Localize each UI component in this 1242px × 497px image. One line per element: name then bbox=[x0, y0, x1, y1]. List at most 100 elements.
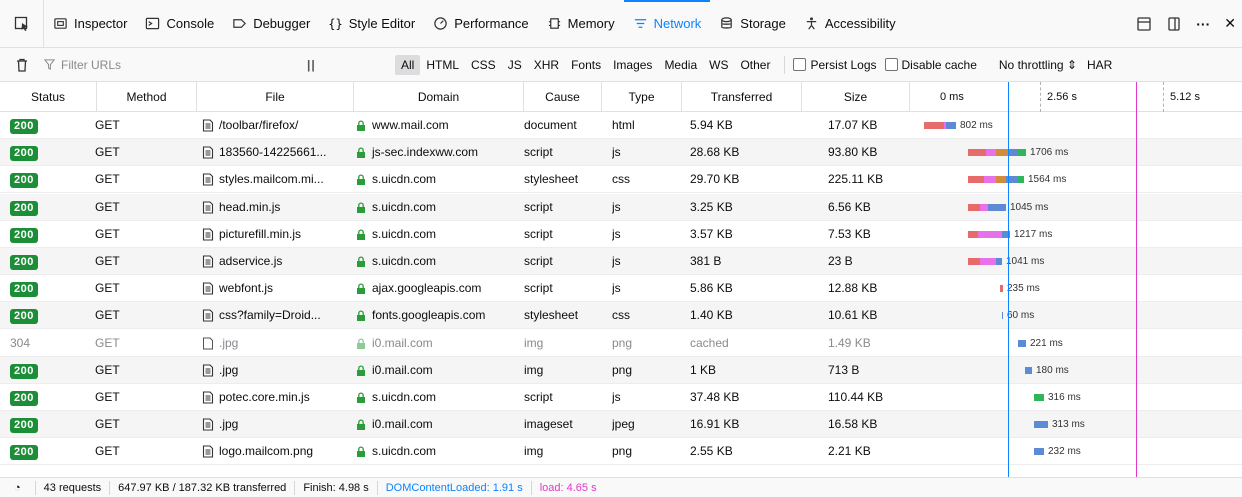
status-badge: 200 bbox=[10, 391, 38, 406]
table-row[interactable]: 200 GET head.min.js s.uicdn.com script j… bbox=[0, 193, 1242, 221]
cause-cell: img bbox=[524, 335, 544, 350]
status-badge: 200 bbox=[10, 445, 38, 461]
filter-urls-input[interactable]: Filter URLs bbox=[44, 58, 259, 72]
tab-accessibility[interactable]: Accessibility bbox=[795, 0, 905, 47]
lock-icon bbox=[357, 229, 365, 240]
file-name: webfont.js bbox=[219, 281, 274, 296]
transferred-cell: 16.91 KB bbox=[690, 417, 740, 432]
persist-logs-checkbox[interactable]: Persist Logs bbox=[793, 58, 877, 72]
storage-icon bbox=[721, 17, 733, 29]
type-filter-xhr[interactable]: XHR bbox=[528, 55, 565, 75]
table-row[interactable]: 200 GET webfont.js ajax.googleapis.com s… bbox=[0, 275, 1242, 303]
lock-icon bbox=[357, 256, 365, 267]
transferred-cell: 3.25 KB bbox=[690, 199, 733, 214]
timing-segment bbox=[996, 149, 1008, 157]
transferred-cell: 381 B bbox=[690, 254, 722, 268]
overflow-menu-icon[interactable]: ··· bbox=[1196, 16, 1210, 32]
responsive-design-icon[interactable] bbox=[1136, 16, 1152, 32]
element-picker-button[interactable] bbox=[0, 0, 44, 47]
file-name: /toolbar/firefox/ bbox=[219, 118, 299, 132]
close-icon[interactable]: ✕ bbox=[1224, 15, 1236, 32]
table-row[interactable]: 200 GET /toolbar/firefox/ www.mail.com d… bbox=[0, 112, 1242, 139]
file-icon bbox=[202, 146, 214, 159]
type-filter-ws[interactable]: WS bbox=[703, 55, 734, 75]
performance-analysis-icon[interactable]: ◔ bbox=[0, 480, 36, 495]
column-cause[interactable]: Cause bbox=[524, 82, 602, 112]
column-method[interactable]: Method bbox=[97, 82, 197, 112]
table-row[interactable]: 304 GET .jpg i0.mail.com img png cached … bbox=[0, 330, 1242, 357]
timing-segment bbox=[994, 230, 1002, 238]
domain-name: s.uicdn.com bbox=[372, 199, 437, 214]
cause-cell: stylesheet bbox=[524, 172, 579, 187]
har-menu-button[interactable]: HAR bbox=[1087, 58, 1112, 72]
column-size[interactable]: Size bbox=[802, 82, 910, 112]
timing-segment bbox=[978, 230, 994, 238]
pause-button[interactable]: || bbox=[307, 58, 335, 72]
type-cell: css bbox=[612, 308, 630, 323]
load-marker bbox=[1136, 82, 1137, 477]
tab-label: Storage bbox=[740, 16, 786, 31]
lock-icon bbox=[357, 446, 365, 458]
type-filter-all[interactable]: All bbox=[395, 54, 421, 75]
table-row[interactable]: 200 GET css?family=Droid... fonts.google… bbox=[0, 302, 1242, 330]
domain-cell: i0.mail.com bbox=[356, 357, 526, 384]
type-cell: jpeg bbox=[612, 417, 635, 432]
tab-style-editor[interactable]: {} Style Editor bbox=[319, 0, 424, 47]
domain-cell: s.uicdn.com bbox=[356, 194, 526, 221]
column-waterfall[interactable]: 0 ms 2.56 s 5.12 s bbox=[910, 82, 1242, 112]
type-filter-css[interactable]: CSS bbox=[465, 55, 502, 75]
status-cell: 200 bbox=[10, 112, 70, 139]
tab-label: Performance bbox=[454, 16, 529, 31]
domain-cell: ajax.googleapis.com bbox=[356, 275, 526, 302]
column-domain[interactable]: Domain bbox=[354, 82, 524, 112]
domain-cell: s.uicdn.com bbox=[356, 248, 526, 275]
column-type[interactable]: Type bbox=[602, 82, 682, 112]
tab-debugger[interactable]: Debugger bbox=[223, 0, 319, 47]
file-cell: logo.mailcom.png bbox=[202, 438, 357, 465]
type-filter-fonts[interactable]: Fonts bbox=[565, 55, 607, 75]
tab-memory[interactable]: Memory bbox=[538, 0, 624, 47]
table-row[interactable]: 200 GET styles.mailcom.mi... s.uicdn.com… bbox=[0, 166, 1242, 194]
tab-label: Debugger bbox=[253, 16, 311, 31]
table-row[interactable]: 200 GET logo.mailcom.png s.uicdn.com img… bbox=[0, 438, 1242, 466]
tab-console[interactable]: Console bbox=[136, 0, 223, 47]
column-status[interactable]: Status bbox=[0, 82, 97, 112]
file-icon bbox=[202, 391, 214, 404]
type-filter-other[interactable]: Other bbox=[734, 55, 776, 75]
throttling-select[interactable]: No throttling ⇕ bbox=[999, 58, 1077, 72]
tab-label: Memory bbox=[567, 16, 615, 31]
column-file[interactable]: File bbox=[197, 82, 354, 112]
domain-cell: i0.mail.com bbox=[356, 411, 526, 438]
table-row[interactable]: 200 GET .jpg i0.mail.com img png 1 KB 71… bbox=[0, 356, 1242, 384]
transferred-cell: 5.94 KB bbox=[690, 118, 733, 132]
domain-name: www.mail.com bbox=[372, 118, 449, 132]
size-cell: 16.58 KB bbox=[828, 417, 878, 432]
tab-performance[interactable]: Performance bbox=[424, 0, 537, 47]
type-filter-images[interactable]: Images bbox=[607, 55, 658, 75]
type-filter-media[interactable]: Media bbox=[658, 55, 703, 75]
dock-side-icon[interactable] bbox=[1166, 16, 1182, 32]
domain-cell: s.uicdn.com bbox=[356, 166, 526, 193]
tab-inspector[interactable]: Inspector bbox=[44, 0, 136, 47]
type-filter-html[interactable]: HTML bbox=[420, 55, 465, 75]
timing-segment bbox=[1018, 149, 1026, 157]
file-icon bbox=[202, 309, 214, 322]
table-row[interactable]: 200 GET adservice.js s.uicdn.com script … bbox=[0, 248, 1242, 275]
table-row[interactable]: 200 GET potec.core.min.js s.uicdn.com sc… bbox=[0, 384, 1242, 411]
status-code: 304 bbox=[10, 335, 31, 350]
domain-cell: i0.mail.com bbox=[356, 330, 526, 357]
timeline-tick-0: 0 ms bbox=[940, 91, 964, 103]
status-badge: 200 bbox=[10, 227, 38, 243]
tab-storage[interactable]: Storage bbox=[710, 0, 795, 47]
table-row[interactable]: 200 GET picturefill.min.js s.uicdn.com s… bbox=[0, 221, 1242, 248]
tab-network[interactable]: Network bbox=[623, 0, 711, 47]
column-transferred[interactable]: Transferred bbox=[682, 82, 802, 112]
table-row[interactable]: 200 GET .jpg i0.mail.com imageset jpeg 1… bbox=[0, 411, 1242, 439]
lock-icon bbox=[357, 120, 365, 131]
disable-cache-checkbox[interactable]: Disable cache bbox=[884, 58, 977, 72]
status-cell: 200 bbox=[10, 357, 70, 384]
method-cell: GET bbox=[95, 281, 120, 296]
table-row[interactable]: 200 GET 183560-14225661... js-sec.indexw… bbox=[0, 139, 1242, 167]
clear-button[interactable] bbox=[0, 58, 44, 72]
type-filter-js[interactable]: JS bbox=[502, 55, 528, 75]
